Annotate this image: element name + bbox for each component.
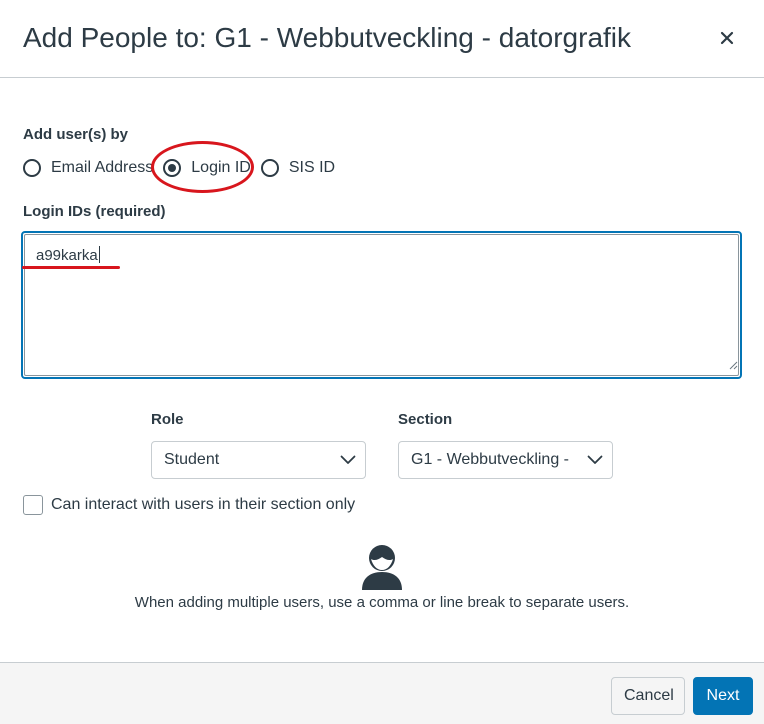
section-limit-label: Can interact with users in their section…: [51, 496, 356, 513]
resize-grip-icon[interactable]: [728, 357, 738, 375]
login-ids-value: a99karka: [36, 247, 98, 264]
close-button[interactable]: [712, 24, 742, 54]
section-select[interactable]: G1 - Webbutveckling -: [398, 441, 613, 479]
role-select[interactable]: Student: [151, 441, 366, 479]
dialog-header: Add People to: G1 - Webbutveckling - dat…: [0, 0, 764, 78]
login-ids-textarea[interactable]: a99karka: [21, 231, 742, 379]
help-text: When adding multiple users, use a comma …: [134, 594, 630, 611]
add-by-radio-group: Email Address Login ID SIS ID: [23, 154, 345, 182]
add-people-dialog: Add People to: G1 - Webbutveckling - dat…: [0, 0, 764, 724]
radio-label-email: Email Address: [51, 159, 154, 176]
close-icon: [720, 31, 734, 48]
cancel-button[interactable]: Cancel: [611, 677, 685, 715]
section-limit-checkbox[interactable]: [23, 495, 43, 515]
section-select-value: G1 - Webbutveckling -: [411, 451, 569, 468]
radio-sis-id[interactable]: SIS ID: [260, 159, 336, 177]
text-cursor: [98, 246, 100, 263]
next-button[interactable]: Next: [693, 677, 753, 715]
radio-button-email[interactable]: [23, 159, 41, 177]
chevron-down-icon: [578, 455, 612, 465]
radio-button-sis-id[interactable]: [260, 159, 279, 177]
radio-label-login-id: Login ID: [191, 159, 251, 176]
add-by-label: Add user(s) by: [23, 126, 129, 143]
role-label: Role: [151, 411, 184, 428]
section-limit-checkbox-row[interactable]: Can interact with users in their section…: [23, 495, 355, 515]
chevron-down-icon: [331, 455, 365, 465]
radio-login-id[interactable]: Login ID: [163, 159, 251, 177]
radio-email-address[interactable]: Email Address: [23, 159, 153, 177]
textarea-inner-border: [24, 234, 739, 376]
login-ids-textarea-content: a99karka: [36, 246, 100, 264]
section-label: Section: [398, 411, 453, 428]
dialog-footer: Cancel Next: [0, 662, 764, 724]
role-select-value: Student: [164, 451, 220, 468]
login-ids-label: Login IDs (required): [23, 203, 166, 220]
radio-button-login-id[interactable]: [163, 159, 182, 177]
person-icon: [359, 543, 405, 596]
dialog-title: Add People to: G1 - Webbutveckling - dat…: [23, 22, 632, 53]
radio-label-sis-id: SIS ID: [288, 159, 336, 176]
